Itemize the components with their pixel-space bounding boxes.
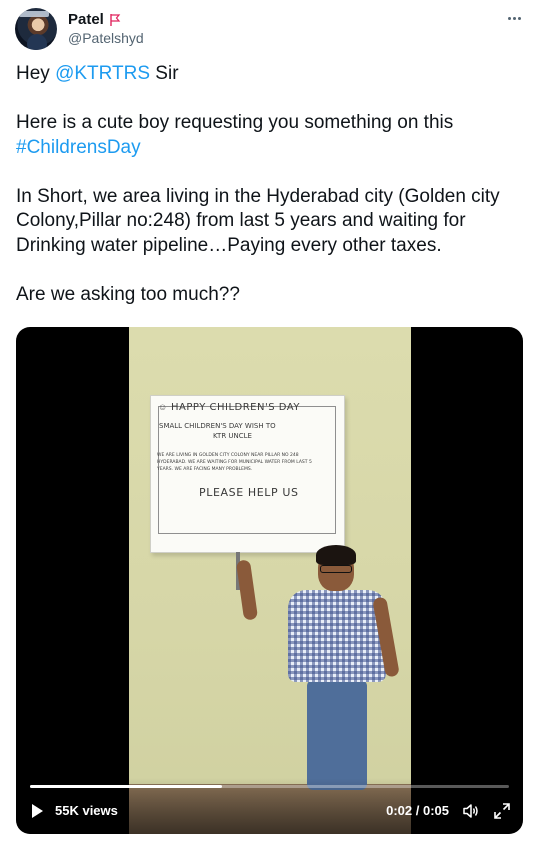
play-icon[interactable] bbox=[28, 802, 46, 820]
tweet-header: Patel @Patelshyd bbox=[15, 8, 525, 52]
tweet-line-greeting: Hey @KTRTRS Sir bbox=[16, 62, 516, 87]
tweet-line-request: Here is a cute boy requesting you someth… bbox=[16, 112, 454, 133]
flag-icon bbox=[110, 13, 121, 26]
video-frame: ☺ HAPPY CHILDREN'S DAY SMALL CHILDREN'S … bbox=[129, 327, 411, 834]
video-player[interactable]: ☺ HAPPY CHILDREN'S DAY SMALL CHILDREN'S … bbox=[16, 327, 523, 834]
progress-bar[interactable] bbox=[30, 785, 509, 788]
more-dot-icon bbox=[507, 16, 511, 20]
tweet-text: Hey @KTRTRS Sir Here is a cute boy reque… bbox=[16, 62, 516, 307]
volume-icon[interactable] bbox=[462, 802, 480, 820]
author-info: Patel @Patelshyd bbox=[68, 10, 144, 48]
more-dot-icon bbox=[512, 16, 516, 20]
tweet-paragraph-details: In Short, we area living in the Hyderaba… bbox=[16, 185, 500, 256]
smiley-icon: ☺ bbox=[158, 402, 168, 412]
poster-line-uncle: KTR UNCLE bbox=[213, 432, 252, 440]
poster-title: HAPPY CHILDREN'S DAY bbox=[171, 402, 300, 413]
greeting-text: Hey bbox=[16, 63, 56, 84]
author-display-name[interactable]: Patel bbox=[68, 10, 104, 29]
poster-plea: PLEASE HELP US bbox=[199, 486, 299, 499]
video-controls: 55K views 0:02 / 0:05 bbox=[16, 778, 523, 834]
fullscreen-icon[interactable] bbox=[493, 802, 511, 820]
more-dot-icon bbox=[517, 16, 521, 20]
greeting-suffix: Sir bbox=[150, 63, 179, 84]
progress-fill bbox=[30, 785, 222, 788]
author-name-row[interactable]: Patel bbox=[68, 10, 122, 29]
hashtag-link[interactable]: #ChildrensDay bbox=[16, 137, 141, 158]
time-display: 0:02 / 0:05 bbox=[386, 803, 449, 818]
mention-link[interactable]: @KTRTRS bbox=[55, 63, 150, 84]
author-handle[interactable]: @Patelshyd bbox=[68, 29, 144, 48]
poster-body: WE ARE LIVING IN GOLDEN CITY COLONY NEAR… bbox=[157, 453, 312, 472]
more-options-button[interactable] bbox=[503, 8, 525, 28]
tweet-paragraph-question: Are we asking too much?? bbox=[16, 283, 240, 305]
boy-figure bbox=[234, 542, 404, 802]
view-count: 55K views bbox=[55, 803, 118, 818]
poster-line-wish: SMALL CHILDREN'S DAY WISH TO bbox=[159, 422, 276, 430]
avatar[interactable] bbox=[15, 8, 57, 50]
poster-sign: ☺ HAPPY CHILDREN'S DAY SMALL CHILDREN'S … bbox=[150, 395, 345, 553]
